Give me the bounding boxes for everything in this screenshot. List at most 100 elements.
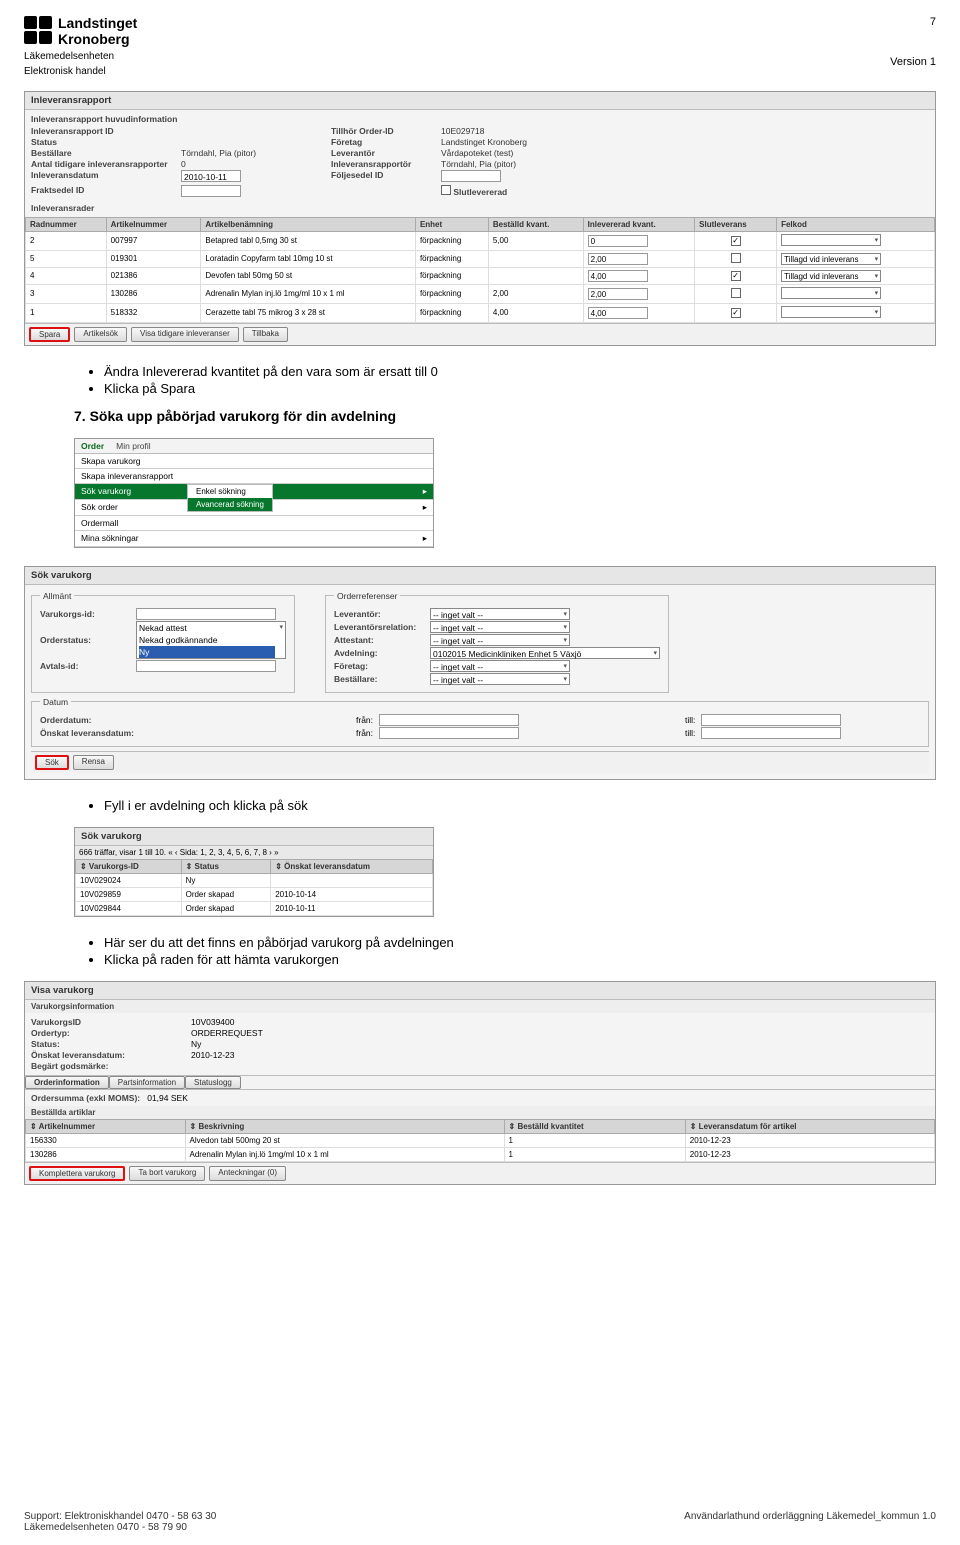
select-felkod[interactable]: Tillagd vid inleverans — [781, 270, 881, 282]
screenshot-visa-varukorg: Visa varukorg Varukorgsinformation Varuk… — [24, 981, 936, 1185]
lbl-status: Status — [31, 137, 181, 147]
lbl-fraktsedel: Fraktsedel ID — [31, 185, 181, 199]
input-inlev-kvant[interactable]: 2,00 — [588, 253, 648, 265]
komplettera-button[interactable]: Komplettera varukorg — [29, 1166, 125, 1181]
lbl-avdelning: Avdelning: — [334, 648, 424, 658]
select-bestallare[interactable]: -- inget valt -- — [430, 673, 570, 685]
table-row: 3130286Adrenalin Mylan inj.lö 1mg/ml 10 … — [26, 284, 935, 303]
rensa-button[interactable]: Rensa — [73, 755, 114, 770]
select-felkod[interactable] — [781, 287, 881, 299]
select-felkod[interactable] — [781, 306, 881, 318]
subheader: Varukorgsinformation — [25, 1000, 935, 1013]
checkbox-slutleverans[interactable]: ✓ — [731, 271, 741, 281]
select-attestant[interactable]: -- inget valt -- — [430, 634, 570, 646]
brand-line2: Kronoberg — [58, 31, 137, 47]
input-varukorgs-id[interactable] — [136, 608, 276, 620]
select-felkod[interactable]: Tillagd vid inleverans — [781, 253, 881, 265]
lbl-fran: från: — [356, 715, 373, 725]
unit-line1: Läkemedelsenheten — [24, 51, 137, 62]
select-orderstatus[interactable]: Nekad attest Nekad godkännande Ny — [136, 621, 286, 659]
checkbox-slutleverans[interactable] — [731, 253, 741, 263]
lbl-attestant: Attestant: — [334, 635, 424, 645]
input-onskat-fran[interactable] — [379, 727, 519, 739]
artikelsök-button[interactable]: Artikelsök — [74, 327, 127, 342]
screenshot-inleveransrapport: Inleveransrapport Inleveransrapport huvu… — [24, 91, 936, 346]
lbl-foretag: Företag — [331, 137, 441, 147]
brand-line1: Landstinget — [58, 16, 137, 31]
col-header: Felkod — [777, 217, 935, 231]
select-avdelning[interactable]: 0102015 Medicinkliniken Enhet 5 Växjö — [430, 647, 660, 659]
select-leverantor[interactable]: -- inget valt -- — [430, 608, 570, 620]
submenu-avancerad[interactable]: Avancerad sökning — [188, 498, 272, 511]
legend-datum: Datum — [40, 697, 71, 707]
info-label: Begärt godsmärke: — [31, 1061, 191, 1071]
checkbox-slutleverans[interactable] — [731, 288, 741, 298]
lbl-bestallare: Beställare — [31, 148, 181, 158]
input-orderdatum-fran[interactable] — [379, 714, 519, 726]
table-row: 4021386Devofen tabl 50mg 50 stförpacknin… — [26, 267, 935, 284]
lbl-foljesedel: Följesedel ID — [331, 170, 441, 184]
select-foretag[interactable]: -- inget valt -- — [430, 660, 570, 672]
anteckningar-button[interactable]: Anteckningar (0) — [209, 1166, 286, 1181]
page-number: 7 — [890, 16, 936, 28]
input-inlev-kvant[interactable]: 0 — [588, 235, 648, 247]
info-label: Önskat leveransdatum: — [31, 1050, 191, 1060]
col-header[interactable]: ⇕ Önskat leveransdatum — [271, 859, 433, 873]
sok-button[interactable]: Sök — [35, 755, 69, 770]
input-fraktsedel[interactable] — [181, 185, 241, 197]
input-onskat-till[interactable] — [701, 727, 841, 739]
tab-partsinfo[interactable]: Partsinformation — [109, 1076, 185, 1089]
checkbox-slutleverans[interactable]: ✓ — [731, 236, 741, 246]
tab-orderinfo[interactable]: Orderinformation — [25, 1076, 109, 1089]
info-value: Ny — [191, 1039, 929, 1049]
menu-skapa-varukorg[interactable]: Skapa varukorg — [75, 454, 433, 469]
bullet: Klicka på Spara — [104, 381, 936, 396]
lbl-slutlev: Slutlevererad — [453, 187, 507, 197]
lbl-leverantor: Leverantör: — [334, 609, 424, 619]
tillbaka-button[interactable]: Tillbaka — [243, 327, 288, 342]
select-felkod[interactable] — [781, 234, 881, 246]
bullet: Här ser du att det finns en påbörjad var… — [104, 935, 936, 950]
input-avtals-id[interactable] — [136, 660, 276, 672]
table-row[interactable]: 10V029859Order skapad2010-10-14 — [76, 887, 433, 901]
instruction-list-3: Här ser du att det finns en påbörjad var… — [104, 935, 936, 967]
checkbox-slutlevererad[interactable] — [441, 185, 451, 195]
col-header: ⇕ Beställd kvantitet — [504, 1119, 685, 1133]
legend-allmant: Allmänt — [40, 591, 74, 601]
tab-min-profil[interactable]: Min profil — [110, 439, 156, 453]
input-inlev-kvant[interactable]: 4,00 — [588, 270, 648, 282]
col-header[interactable]: ⇕ Varukorgs-ID — [76, 859, 182, 873]
tab-statuslogg[interactable]: Statuslogg — [185, 1076, 241, 1089]
table-row: 130286Adrenalin Mylan inj.lö 1mg/ml 10 x… — [26, 1147, 935, 1161]
col-header[interactable]: ⇕ Status — [181, 859, 271, 873]
menu-skapa-inleveransrapport[interactable]: Skapa inleveransrapport — [75, 469, 433, 484]
cart-table: ⇕ Artikelnummer⇕ Beskrivning⇕ Beställd k… — [25, 1119, 935, 1162]
lbl-leverantor: Leverantör — [331, 148, 441, 158]
input-foljesedel[interactable] — [441, 170, 501, 182]
val-bestallare: Törndahl, Pia (pitor) — [181, 148, 331, 158]
logo-icon — [24, 16, 52, 44]
visa-tidigare-inleveranser-button[interactable]: Visa tidigare inleveranser — [131, 327, 239, 342]
val-order-id: 10E029718 — [441, 126, 929, 136]
input-inlev-kvant[interactable]: 4,00 — [588, 307, 648, 319]
screenshot-sok-resultat: Sök varukorg 666 träffar, visar 1 till 1… — [74, 827, 434, 917]
tabort-button[interactable]: Ta bort varukorg — [129, 1166, 205, 1181]
checkbox-slutleverans[interactable]: ✓ — [731, 308, 741, 318]
menu-ordermall[interactable]: Ordermall — [75, 516, 433, 531]
inleverans-table: RadnummerArtikelnummerArtikelbenämningEn… — [25, 217, 935, 323]
hdr-section: Inleveransrapport huvudinformation — [31, 114, 929, 124]
input-inlev-datum[interactable]: 2010-10-11 — [181, 170, 241, 182]
info-label: Status: — [31, 1039, 191, 1049]
input-inlev-kvant[interactable]: 2,00 — [588, 288, 648, 300]
select-levrel[interactable]: -- inget valt -- — [430, 621, 570, 633]
menu-mina-sokningar[interactable]: Mina sökningar▸ — [75, 531, 433, 547]
tab-order[interactable]: Order — [75, 439, 110, 453]
spara-button[interactable]: Spara — [29, 327, 70, 342]
input-orderdatum-till[interactable] — [701, 714, 841, 726]
val-rapportor: Törndahl, Pia (pitor) — [441, 159, 929, 169]
table-row: 1518332Cerazette tabl 75 mikrog 3 x 28 s… — [26, 303, 935, 322]
table-row[interactable]: 10V029024Ny — [76, 873, 433, 887]
lbl-orderstatus: Orderstatus: — [40, 635, 130, 645]
table-row[interactable]: 10V029844Order skapad2010-10-11 — [76, 901, 433, 915]
submenu-enkel[interactable]: Enkel sökning — [188, 485, 272, 498]
